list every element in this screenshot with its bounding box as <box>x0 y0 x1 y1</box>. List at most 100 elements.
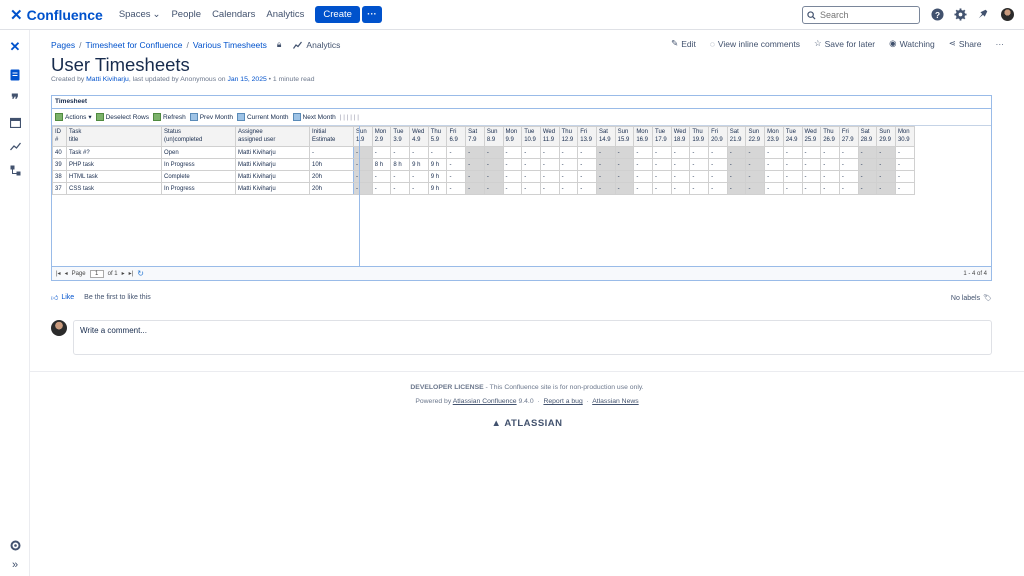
cell-status[interactable]: Open <box>161 146 236 159</box>
share-button[interactable]: ⋖ Share <box>949 38 982 49</box>
watching-button[interactable]: ◉ Watching <box>889 38 935 49</box>
hours-cell[interactable]: - <box>371 170 392 183</box>
hours-cell[interactable]: - <box>614 146 635 159</box>
cell-status[interactable]: Complete <box>161 170 236 183</box>
hours-cell[interactable]: - <box>465 170 485 183</box>
hours-cell[interactable]: - <box>633 146 653 159</box>
hours-cell[interactable]: 8 h <box>371 158 392 171</box>
hours-cell[interactable]: - <box>820 182 840 195</box>
first-page-icon[interactable]: |◂ <box>56 270 61 277</box>
hours-cell[interactable]: - <box>894 182 915 195</box>
hours-cell[interactable]: - <box>764 146 784 159</box>
hours-cell[interactable]: - <box>652 182 672 195</box>
analytics-link[interactable]: Analytics <box>293 40 340 50</box>
page-number-input[interactable]: 1 <box>89 269 104 278</box>
table-row[interactable]: 37 CSS task In Progress Matti Kiviharju 20h -… <box>52 182 915 195</box>
hours-cell[interactable]: - <box>353 158 373 171</box>
day-column-header[interactable]: Fri 13.9 <box>577 126 597 147</box>
hours-cell[interactable]: 9 h <box>427 182 448 195</box>
nav-spaces[interactable]: Spaces ⌄ <box>119 9 161 20</box>
hours-cell[interactable]: - <box>894 170 915 183</box>
cell-id[interactable]: 40 <box>52 146 67 159</box>
day-column-header[interactable]: Fri 20.9 <box>708 126 728 147</box>
hours-cell[interactable]: - <box>577 158 597 171</box>
hours-cell[interactable]: - <box>353 170 373 183</box>
cell-assignee[interactable]: Matti Kiviharju <box>235 182 310 195</box>
breadcrumb-various-timesheets[interactable]: Various Timesheets <box>193 40 267 50</box>
day-column-header[interactable]: Sun 22.9 <box>745 126 766 147</box>
hours-cell[interactable]: - <box>708 158 728 171</box>
day-column-header[interactable]: Sat 14.9 <box>595 126 616 147</box>
hours-cell[interactable]: - <box>708 146 728 159</box>
reload-icon[interactable]: ↻ <box>137 269 144 278</box>
search-input[interactable] <box>820 10 910 20</box>
hours-cell[interactable]: - <box>558 170 579 183</box>
hours-cell[interactable]: - <box>502 170 523 183</box>
table-row[interactable]: 39 PHP task In Progress Matti Kiviharju 10h -… <box>52 158 915 171</box>
hours-cell[interactable]: - <box>838 158 859 171</box>
hours-cell[interactable]: - <box>595 158 616 171</box>
day-column-header[interactable]: Sun 29.9 <box>876 126 896 147</box>
hours-cell[interactable]: - <box>483 170 504 183</box>
hours-cell[interactable]: - <box>614 182 635 195</box>
hours-cell[interactable]: - <box>558 158 579 171</box>
hours-cell[interactable]: - <box>652 146 672 159</box>
report-bug-link[interactable]: Report a bug <box>543 398 582 405</box>
day-column-header[interactable]: Fri 27.9 <box>838 126 859 147</box>
day-column-header[interactable]: Mon 9.9 <box>502 126 523 147</box>
hours-cell[interactable]: - <box>521 182 541 195</box>
cell-assignee[interactable]: Matti Kiviharju <box>235 158 310 171</box>
cell-status[interactable]: In Progress <box>161 182 236 195</box>
hours-cell[interactable]: - <box>726 182 747 195</box>
updated-date-link[interactable]: Jan 15, 2025 <box>227 76 266 83</box>
hours-cell[interactable]: - <box>782 182 803 195</box>
hours-cell[interactable]: - <box>409 146 429 159</box>
cell-assignee[interactable]: Matti Kiviharju <box>235 146 310 159</box>
comment-input[interactable]: Write a comment... <box>73 320 992 355</box>
hours-cell[interactable]: 9 h <box>427 158 448 171</box>
save-for-later-button[interactable]: ☆ Save for later <box>814 38 875 49</box>
hours-cell[interactable]: - <box>801 158 822 171</box>
hours-cell[interactable]: - <box>689 158 710 171</box>
hours-cell[interactable]: - <box>539 146 560 159</box>
hours-cell[interactable]: - <box>876 158 896 171</box>
hours-cell[interactable]: - <box>633 158 653 171</box>
author-link[interactable]: Matti Kiviharju <box>86 76 129 83</box>
analytics-icon[interactable] <box>8 139 22 153</box>
day-column-header[interactable]: Thu 26.9 <box>820 126 840 147</box>
day-column-header[interactable]: Sun 1.9 <box>353 126 373 147</box>
hours-cell[interactable]: - <box>670 146 691 159</box>
day-column-header[interactable]: Thu 5.9 <box>427 126 448 147</box>
hours-cell[interactable]: - <box>801 182 822 195</box>
confluence-logo[interactable]: ✕ Confluence <box>10 6 103 24</box>
hours-cell[interactable]: - <box>876 146 896 159</box>
hours-cell[interactable]: - <box>857 146 878 159</box>
current-month-button[interactable]: Current Month <box>236 113 289 121</box>
table-row[interactable]: 38 HTML task Complete Matti Kiviharju 20h - - -… <box>52 170 915 183</box>
hours-cell[interactable]: - <box>782 170 803 183</box>
cell-task[interactable]: HTML task <box>66 170 162 183</box>
hours-cell[interactable]: - <box>670 182 691 195</box>
day-column-header[interactable]: Sat 21.9 <box>726 126 747 147</box>
hours-cell[interactable]: - <box>745 170 766 183</box>
labels-section[interactable]: No labels 🏷︎ <box>951 294 992 303</box>
hours-cell[interactable]: - <box>820 170 840 183</box>
day-column-header[interactable]: Thu 12.9 <box>558 126 579 147</box>
hours-cell[interactable]: - <box>446 182 467 195</box>
hours-cell[interactable]: - <box>726 170 747 183</box>
settings-gear-icon[interactable] <box>953 7 967 21</box>
cell-task[interactable]: CSS task <box>66 182 162 195</box>
hours-cell[interactable]: - <box>427 146 448 159</box>
hours-cell[interactable]: - <box>689 182 710 195</box>
column-header[interactable]: Assignee assigned user <box>235 126 310 147</box>
hours-cell[interactable]: - <box>483 146 504 159</box>
day-column-header[interactable]: Wed 11.9 <box>539 126 560 147</box>
column-header[interactable]: Status (un)completed <box>161 126 236 147</box>
hours-cell[interactable]: - <box>521 146 541 159</box>
hours-cell[interactable]: - <box>857 182 878 195</box>
day-column-header[interactable]: Sat 28.9 <box>857 126 878 147</box>
hours-cell[interactable]: - <box>745 182 766 195</box>
hours-cell[interactable]: - <box>708 170 728 183</box>
hours-cell[interactable]: - <box>483 158 504 171</box>
hours-cell[interactable]: - <box>502 158 523 171</box>
